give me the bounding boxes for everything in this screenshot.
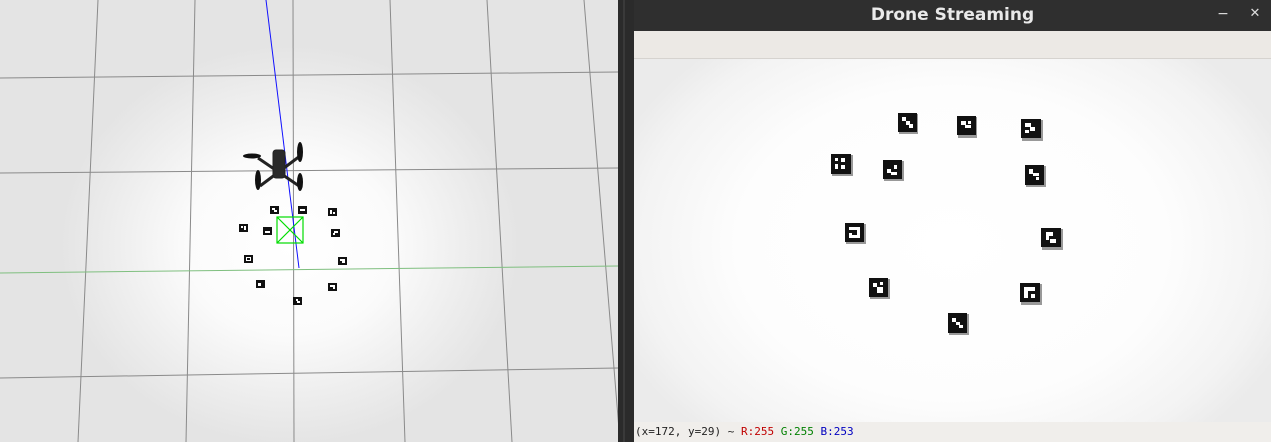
sim-marker	[256, 280, 265, 288]
sim-marker	[298, 206, 307, 214]
sim-marker	[328, 283, 337, 291]
aruco-marker	[1041, 228, 1063, 250]
aruco-marker	[869, 278, 890, 299]
drone-model[interactable]	[243, 142, 303, 191]
sim-marker	[244, 255, 253, 263]
sim-marker	[338, 257, 347, 265]
aruco-marker	[1021, 119, 1043, 141]
simulation-viewport[interactable]	[0, 0, 618, 442]
status-green-value: G:255	[780, 425, 814, 438]
x-axis-line	[0, 265, 618, 274]
camera-stream-view[interactable]	[634, 59, 1271, 422]
minimize-icon[interactable]: −	[1214, 4, 1232, 24]
aruco-markers	[831, 113, 1063, 335]
sim-marker	[270, 206, 279, 214]
status-red-value: R:255	[740, 425, 775, 438]
aruco-marker	[1020, 283, 1042, 305]
camera-frame	[831, 113, 1063, 335]
simulation-scene	[0, 0, 618, 442]
aruco-marker	[957, 116, 977, 138]
status-coords: (x=172, y=29) ~	[635, 425, 735, 438]
ground-grid	[0, 0, 618, 442]
aruco-marker	[845, 223, 866, 244]
close-icon[interactable]: ✕	[1246, 4, 1264, 24]
aruco-marker	[1025, 165, 1046, 187]
aruco-marker	[898, 113, 918, 134]
aruco-marker	[883, 160, 904, 181]
sim-marker	[239, 224, 248, 232]
sim-marker	[331, 229, 340, 237]
aruco-marker	[948, 313, 969, 335]
sim-marker	[328, 208, 337, 216]
pane-divider[interactable]	[618, 0, 634, 442]
aruco-marker	[831, 154, 853, 176]
status-bar: (x=172, y=29) ~ R:255 G:255 B:253	[634, 422, 1271, 442]
status-blue-value: B:253	[820, 425, 854, 438]
sim-marker	[293, 297, 302, 305]
detection-box	[276, 216, 304, 244]
window-toolbar	[634, 31, 1271, 59]
drone-streaming-window: Drone Streaming − ✕ (x=172, y=29) ~ R:25…	[634, 0, 1271, 442]
sim-marker	[263, 227, 272, 235]
window-title: Drone Streaming	[870, 5, 1035, 25]
window-titlebar[interactable]: Drone Streaming − ✕	[634, 0, 1271, 31]
